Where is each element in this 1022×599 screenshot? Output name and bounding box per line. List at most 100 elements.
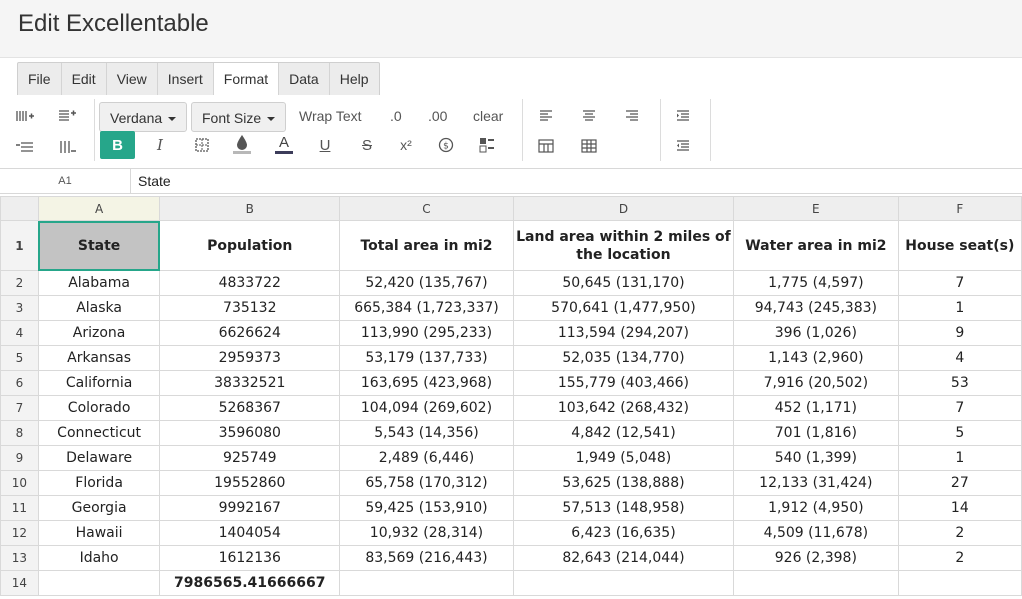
table-cell[interactable]: 570,641 (1,477,950) [512, 295, 735, 321]
row-header[interactable]: 4 [0, 320, 39, 346]
table-cell[interactable]: 4833722 [159, 270, 341, 296]
row-header[interactable]: 7 [0, 395, 39, 421]
table-cell[interactable]: 5,543 (14,356) [339, 420, 514, 446]
font-size-dropdown[interactable]: Font Size [191, 102, 287, 132]
table-cell[interactable]: 163,695 (423,968) [339, 370, 514, 396]
table-cell[interactable]: State [37, 220, 161, 271]
wrap-text-button[interactable]: Wrap Text [299, 108, 362, 124]
table-cell[interactable]: Delaware [37, 445, 161, 471]
table-cell[interactable]: 53,179 (137,733) [339, 345, 514, 371]
table-cell[interactable]: 65,758 (170,312) [339, 470, 514, 496]
table-cell[interactable] [733, 570, 899, 596]
row-header[interactable]: 1 [0, 220, 39, 271]
table-cell[interactable]: Population [159, 220, 341, 271]
table-cell[interactable]: House seat(s) [897, 220, 1022, 271]
table-cell[interactable]: 113,990 (295,233) [339, 320, 514, 346]
conditional-format-icon[interactable] [474, 133, 500, 157]
table-cell[interactable]: 6626624 [159, 320, 341, 346]
row-header[interactable]: 11 [0, 495, 39, 521]
table-cell[interactable]: 665,384 (1,723,337) [339, 295, 514, 321]
border-icon[interactable] [189, 133, 215, 157]
bold-button[interactable]: B [100, 131, 135, 159]
table-cell[interactable]: Land area within 2 miles of the location [512, 220, 735, 271]
merge-cells-icon[interactable] [533, 134, 559, 158]
table-cell[interactable]: Arizona [37, 320, 161, 346]
font-family-dropdown[interactable]: Verdana [99, 102, 188, 132]
cell-reference[interactable]: A1 [0, 169, 131, 193]
table-cell[interactable]: 104,094 (269,602) [339, 395, 514, 421]
underline-button[interactable]: U [312, 133, 338, 157]
table-cell[interactable] [339, 570, 514, 596]
table-cell[interactable]: 1,912 (4,950) [733, 495, 899, 521]
row-header[interactable]: 10 [0, 470, 39, 496]
sum-cell[interactable]: 7986565.41666667 [159, 570, 341, 596]
table-cell[interactable]: 83,569 (216,443) [339, 545, 514, 571]
row-header[interactable]: 9 [0, 445, 39, 471]
table-cell[interactable]: 94,743 (245,383) [733, 295, 899, 321]
table-cell[interactable]: Georgia [37, 495, 161, 521]
select-all-corner[interactable] [0, 196, 39, 221]
menu-format[interactable]: Format [213, 63, 280, 96]
table-cell[interactable]: 5268367 [159, 395, 341, 421]
indent-decrease-icon[interactable] [670, 134, 696, 158]
column-header-d[interactable]: D [512, 196, 735, 221]
table-cell[interactable]: 9992167 [159, 495, 341, 521]
column-header-c[interactable]: C [339, 196, 514, 221]
table-cell[interactable]: Water area in mi2 [733, 220, 899, 271]
table-cell[interactable]: 926 (2,398) [733, 545, 899, 571]
currency-icon[interactable]: $ [433, 133, 459, 157]
table-cell[interactable]: 1,775 (4,597) [733, 270, 899, 296]
column-header-f[interactable]: F [897, 196, 1022, 221]
align-center-icon[interactable] [576, 104, 602, 128]
row-header[interactable]: 6 [0, 370, 39, 396]
menu-file[interactable]: File [18, 63, 62, 96]
table-cell[interactable]: Hawaii [37, 520, 161, 546]
table-cell[interactable]: 12,133 (31,424) [733, 470, 899, 496]
table-cell[interactable] [512, 570, 735, 596]
delete-row-icon[interactable] [12, 135, 38, 159]
formula-input[interactable] [135, 169, 1021, 193]
align-left-icon[interactable] [533, 104, 559, 128]
table-cell[interactable]: 50,645 (131,170) [512, 270, 735, 296]
table-cell[interactable]: 10,932 (28,314) [339, 520, 514, 546]
table-cell[interactable]: Alaska [37, 295, 161, 321]
table-cell[interactable]: 19552860 [159, 470, 341, 496]
menu-insert[interactable]: Insert [158, 63, 214, 96]
menu-edit[interactable]: Edit [62, 63, 107, 96]
column-header-b[interactable]: B [159, 196, 341, 221]
table-cell[interactable]: 5 [897, 420, 1022, 446]
table-cell[interactable]: 59,425 (153,910) [339, 495, 514, 521]
table-cell[interactable]: 103,642 (268,432) [512, 395, 735, 421]
table-cell[interactable]: 701 (1,816) [733, 420, 899, 446]
table-cell[interactable]: 1,949 (5,048) [512, 445, 735, 471]
row-header[interactable]: 12 [0, 520, 39, 546]
table-cell[interactable]: Idaho [37, 545, 161, 571]
table-cell[interactable]: 7 [897, 270, 1022, 296]
font-color-icon[interactable]: A [271, 132, 297, 156]
table-cell[interactable]: 52,035 (134,770) [512, 345, 735, 371]
row-header[interactable]: 13 [0, 545, 39, 571]
table-cell[interactable]: 4,509 (11,678) [733, 520, 899, 546]
table-cell[interactable]: Alabama [37, 270, 161, 296]
table-cell[interactable]: 7,916 (20,502) [733, 370, 899, 396]
table-cell[interactable] [897, 570, 1022, 596]
table-cell[interactable]: 4 [897, 345, 1022, 371]
align-right-icon[interactable] [619, 104, 645, 128]
row-header[interactable]: 14 [0, 570, 39, 596]
decimal-two-button[interactable]: .00 [428, 108, 447, 124]
table-cell[interactable]: 1 [897, 445, 1022, 471]
table-cell[interactable]: 540 (1,399) [733, 445, 899, 471]
indent-increase-icon[interactable] [670, 104, 696, 128]
table-cell[interactable]: 1 [897, 295, 1022, 321]
table-cell[interactable]: Arkansas [37, 345, 161, 371]
table-cell[interactable]: 1612136 [159, 545, 341, 571]
table-cell[interactable]: 155,779 (403,466) [512, 370, 735, 396]
insert-row-icon[interactable] [54, 104, 80, 128]
superscript-button[interactable]: x² [393, 133, 419, 157]
table-cell[interactable]: Connecticut [37, 420, 161, 446]
table-cell[interactable]: 4,842 (12,541) [512, 420, 735, 446]
table-cell[interactable]: 452 (1,171) [733, 395, 899, 421]
table-cell[interactable]: 1404054 [159, 520, 341, 546]
strikethrough-button[interactable]: S [354, 133, 380, 157]
table-cell[interactable]: 9 [897, 320, 1022, 346]
